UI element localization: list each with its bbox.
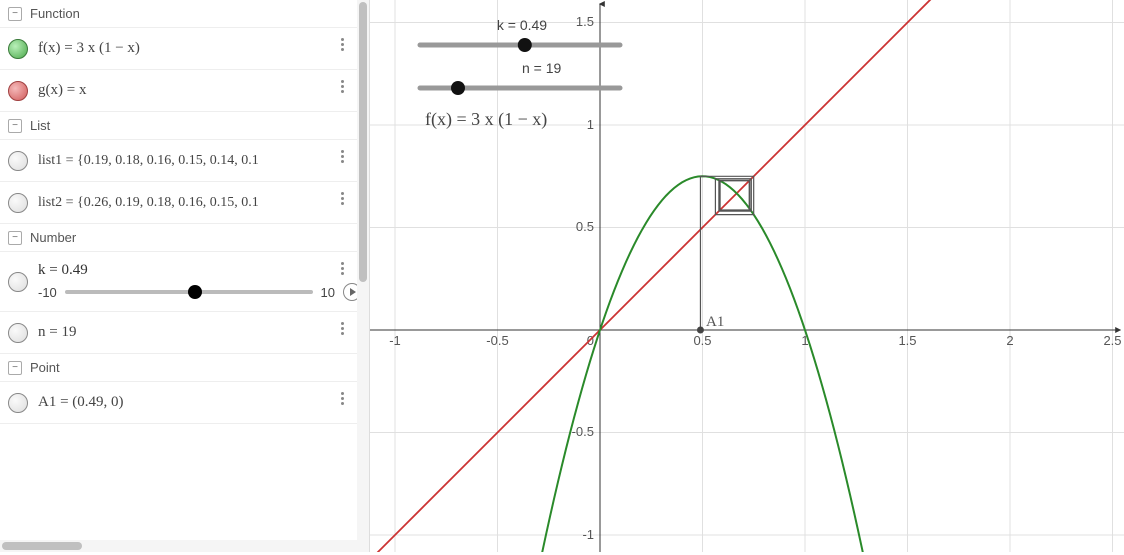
context-menu-icon[interactable] <box>335 38 349 51</box>
section-title: Function <box>30 6 80 21</box>
object-row-f[interactable]: f(x) = 3 x (1 − x) <box>0 28 369 70</box>
y-tick-label: -0.5 <box>572 424 594 439</box>
object-definition: g(x) = x <box>38 82 361 99</box>
x-tick-label: 2 <box>1006 333 1013 348</box>
collapse-icon[interactable]: − <box>8 361 22 375</box>
visibility-toggle[interactable] <box>8 151 28 171</box>
section-header-point[interactable]: − Point <box>0 354 369 382</box>
slider-knob[interactable] <box>451 81 465 95</box>
y-tick-label: 1 <box>587 117 594 132</box>
object-row-k[interactable]: k = 0.49 -10 10 <box>0 252 369 312</box>
section-title: Point <box>30 360 60 375</box>
visibility-toggle[interactable] <box>8 39 28 59</box>
context-menu-icon[interactable] <box>335 80 349 93</box>
slider-label-k: k = 0.49 <box>38 262 361 279</box>
context-menu-icon[interactable] <box>335 392 349 405</box>
horizontal-scrollbar[interactable] <box>0 540 357 552</box>
slider-knob[interactable] <box>188 285 202 299</box>
graphics-view[interactable]: -1 -0.5 0 0.5 1 1.5 2 2.5 -1 -0.5 0.5 1 … <box>370 0 1124 552</box>
object-row-list1[interactable]: list1 = {0.19, 0.18, 0.16, 0.15, 0.14, 0… <box>0 140 369 182</box>
canvas-slider-n[interactable]: n = 19 <box>420 60 620 95</box>
x-tick-label: -0.5 <box>486 333 508 348</box>
curve-g[interactable] <box>370 0 1124 552</box>
scrollbar-thumb[interactable] <box>359 2 367 282</box>
x-tick-label: 1.5 <box>898 333 916 348</box>
collapse-icon[interactable]: − <box>8 119 22 133</box>
slider-label: n = 19 <box>522 60 562 76</box>
visibility-toggle[interactable] <box>8 193 28 213</box>
object-definition: list2 = {0.26, 0.19, 0.18, 0.16, 0.15, 0… <box>38 195 361 211</box>
graphics-canvas[interactable]: -1 -0.5 0 0.5 1 1.5 2 2.5 -1 -0.5 0.5 1 … <box>370 0 1124 552</box>
object-row-list2[interactable]: list2 = {0.26, 0.19, 0.18, 0.16, 0.15, 0… <box>0 182 369 224</box>
context-menu-icon[interactable] <box>335 192 349 205</box>
slider-max: 10 <box>321 285 335 300</box>
section-title: Number <box>30 230 76 245</box>
x-tick-label: -1 <box>389 333 401 348</box>
object-row-g[interactable]: g(x) = x <box>0 70 369 112</box>
visibility-toggle[interactable] <box>8 81 28 101</box>
point-a1[interactable] <box>697 327 704 334</box>
section-header-function[interactable]: − Function <box>0 0 369 28</box>
curve-f[interactable] <box>370 176 1122 552</box>
slider-label: k = 0.49 <box>497 17 547 33</box>
cobweb-diagram <box>700 176 753 330</box>
slider-knob[interactable] <box>518 38 532 52</box>
context-menu-icon[interactable] <box>335 322 349 335</box>
object-definition: f(x) = 3 x (1 − x) <box>38 40 361 57</box>
section-header-list[interactable]: − List <box>0 112 369 140</box>
y-tick-label: 0.5 <box>576 219 594 234</box>
context-menu-icon[interactable] <box>335 150 349 163</box>
slider-min: -10 <box>38 285 57 300</box>
algebra-panel: − Function f(x) = 3 x (1 − x) g(x) = x −… <box>0 0 370 552</box>
y-tick-label: -1 <box>582 527 594 542</box>
object-definition: n = 19 <box>38 324 361 341</box>
object-definition: list1 = {0.19, 0.18, 0.16, 0.15, 0.14, 0… <box>38 153 361 169</box>
formula-label: f(x) = 3 x (1 − x) <box>425 109 547 130</box>
visibility-toggle[interactable] <box>8 323 28 343</box>
x-tick-label: 2.5 <box>1103 333 1121 348</box>
object-row-a1[interactable]: A1 = (0.49, 0) <box>0 382 369 424</box>
visibility-toggle[interactable] <box>8 272 28 292</box>
point-label-a1: A1 <box>706 314 724 330</box>
x-tick-label: 0.5 <box>693 333 711 348</box>
visibility-toggle[interactable] <box>8 393 28 413</box>
section-title: List <box>30 118 50 133</box>
slider-k[interactable] <box>65 290 313 294</box>
collapse-icon[interactable]: − <box>8 7 22 21</box>
vertical-scrollbar[interactable] <box>357 0 369 552</box>
scrollbar-thumb[interactable] <box>2 542 82 550</box>
object-row-n[interactable]: n = 19 <box>0 312 369 354</box>
context-menu-icon[interactable] <box>335 262 349 275</box>
section-header-number[interactable]: − Number <box>0 224 369 252</box>
collapse-icon[interactable]: − <box>8 231 22 245</box>
object-definition: A1 = (0.49, 0) <box>38 394 361 411</box>
y-tick-label: 1.5 <box>576 14 594 29</box>
